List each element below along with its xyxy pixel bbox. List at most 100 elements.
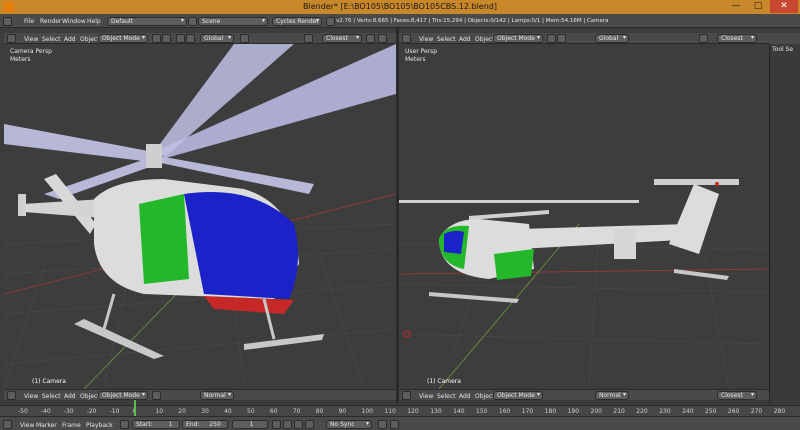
add-layout-button[interactable]	[188, 17, 197, 26]
menu-frame[interactable]: Frame	[62, 421, 81, 430]
sync-selector[interactable]: No Sync	[326, 420, 372, 429]
play-reverse-icon[interactable]	[283, 420, 292, 429]
menu-add[interactable]: Add	[64, 35, 76, 44]
pivot-icon[interactable]	[162, 34, 171, 43]
shading-icon[interactable]	[152, 34, 161, 43]
start-frame-field[interactable]: Start: 1	[132, 420, 180, 429]
menu-view[interactable]: View	[24, 392, 38, 401]
layer-buttons[interactable]	[240, 34, 249, 43]
lock-icon[interactable]	[304, 34, 313, 43]
menu-object[interactable]: Object	[80, 35, 100, 44]
timeline-tick-label: 210	[613, 408, 625, 415]
editor-type-icon[interactable]	[3, 420, 12, 429]
mode-name: Object Mode	[102, 35, 140, 42]
camera-icon[interactable]	[378, 34, 387, 43]
snap-selector[interactable]: Closest	[717, 34, 757, 43]
pivot-icon[interactable]	[557, 34, 566, 43]
selected-object-marker	[715, 182, 719, 186]
info-header: File Render Window Help Default Scene Cy…	[0, 14, 800, 28]
jump-start-icon[interactable]	[272, 420, 281, 429]
viewport-left-scene	[4, 44, 396, 389]
menu-playback[interactable]: Playback	[86, 421, 113, 430]
tail-fin	[669, 184, 719, 254]
snap-selector[interactable]: Closest	[322, 34, 362, 43]
timeline-tick-label: 30	[201, 408, 209, 415]
manipulator-icon[interactable]	[176, 34, 185, 43]
shading-icon[interactable]	[547, 34, 556, 43]
tail-fin-side	[614, 229, 636, 259]
lock-icon[interactable]	[699, 34, 708, 43]
render-engine-selector[interactable]: Cycles Render	[272, 17, 322, 26]
end-frame-label: End:	[186, 421, 200, 428]
mode-selector[interactable]: Object Mode	[493, 391, 543, 400]
minimize-button[interactable]: —	[726, 0, 746, 13]
shading-icon[interactable]	[152, 391, 161, 400]
menu-help[interactable]: Help	[87, 17, 101, 26]
mode-selector[interactable]: Object Mode	[493, 34, 543, 43]
mode-selector[interactable]: Object Mode	[98, 34, 148, 43]
menu-object[interactable]: Object	[80, 392, 100, 401]
timeline-ruler[interactable]: -50-40-30-20-100102030405060708090100110…	[0, 405, 800, 416]
mode-selector[interactable]: Object Mode	[98, 391, 148, 400]
record-icon[interactable]	[120, 420, 129, 429]
menu-view[interactable]: View	[419, 35, 433, 44]
menu-marker[interactable]: Marker	[36, 421, 57, 430]
menu-select[interactable]: Select	[437, 35, 456, 44]
rotor-blade	[4, 124, 154, 162]
menu-view[interactable]: View	[419, 392, 433, 401]
window-titlebar: Blender* [E:\BO105\BO105\BO105CBS.12.ble…	[0, 0, 800, 14]
start-frame-value: 1	[168, 421, 173, 428]
maximize-button[interactable]: □	[748, 0, 768, 13]
key-insert-icon[interactable]	[390, 420, 399, 429]
editor-type-icon[interactable]	[402, 34, 411, 43]
menu-add[interactable]: Add	[459, 392, 471, 401]
editor-type-icon[interactable]	[3, 17, 12, 26]
viewport-left-footer: View Select Add Object Object Mode Norma…	[4, 389, 396, 400]
current-frame-field[interactable]: 1	[232, 420, 268, 429]
menu-file[interactable]: File	[24, 17, 34, 26]
start-frame-label: Start:	[136, 421, 153, 428]
timeline-tick-label: 50	[247, 408, 255, 415]
snap-selector[interactable]: Closest	[717, 391, 757, 400]
render-icon[interactable]	[366, 34, 375, 43]
timeline-tick-label: -10	[109, 408, 120, 415]
scene-selector[interactable]: Scene	[198, 17, 268, 26]
editor-type-icon[interactable]	[402, 391, 411, 400]
shading-selector[interactable]: Normal	[200, 391, 234, 400]
active-camera-label: (1) Camera	[427, 378, 461, 385]
editor-type-icon[interactable]	[7, 34, 16, 43]
layout-selector[interactable]: Default	[107, 17, 187, 26]
tool-shelf-panel[interactable]: Tool Se	[769, 44, 800, 404]
play-icon[interactable]	[294, 420, 303, 429]
menu-view[interactable]: View	[20, 421, 34, 430]
menu-add[interactable]: Add	[459, 35, 471, 44]
menu-window[interactable]: Window	[62, 17, 86, 26]
viewport-left[interactable]: Camera Persp Meters (1) Camera	[4, 44, 396, 389]
timeline-tick-label: 120	[407, 408, 419, 415]
menu-render[interactable]: Render	[40, 17, 61, 26]
timeline-tick-label: 60	[269, 408, 278, 415]
current-frame-indicator[interactable]	[134, 400, 136, 416]
timeline-tick-label: -30	[63, 408, 74, 415]
menu-select[interactable]: Select	[42, 35, 61, 44]
snap-name: Closest	[721, 35, 743, 42]
menu-add[interactable]: Add	[64, 392, 76, 401]
editor-type-icon[interactable]	[7, 391, 16, 400]
timeline-tick-label: 90	[338, 408, 347, 415]
orientation-selector[interactable]: Global	[595, 34, 629, 43]
menu-select[interactable]: Select	[42, 392, 61, 401]
translate-icon[interactable]	[186, 34, 195, 43]
menu-view[interactable]: View	[24, 35, 38, 44]
shading-selector[interactable]: Normal	[595, 391, 629, 400]
rotor-blade	[469, 210, 549, 220]
belly-stripe	[204, 296, 294, 314]
menu-object[interactable]: Object	[475, 35, 495, 44]
viewport-right[interactable]: User Persp Meters (1) Camera	[399, 44, 769, 389]
jump-end-icon[interactable]	[305, 420, 314, 429]
close-button[interactable]: ✕	[770, 0, 798, 13]
menu-select[interactable]: Select	[437, 392, 456, 401]
menu-object[interactable]: Object	[475, 392, 495, 401]
keying-icon[interactable]	[378, 420, 387, 429]
end-frame-field[interactable]: End: 250	[182, 420, 228, 429]
orientation-selector[interactable]: Global	[200, 34, 234, 43]
